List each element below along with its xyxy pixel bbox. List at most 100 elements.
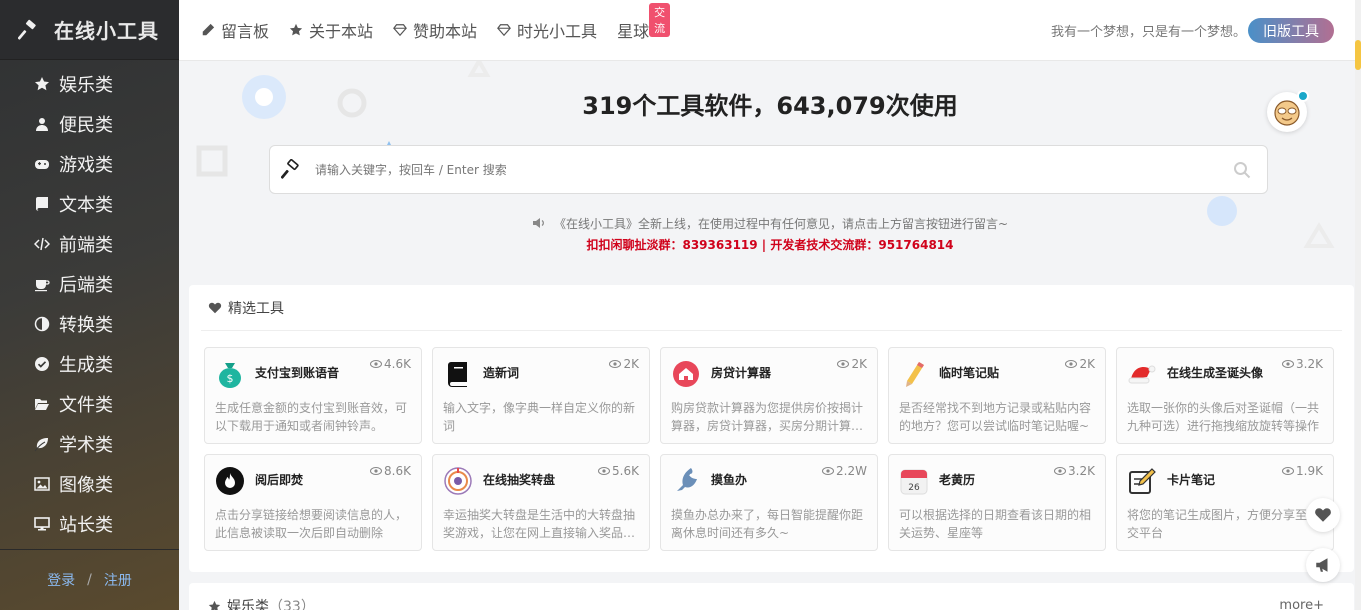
tool-card[interactable]: 造新词 2K 输入文字，像字典一样自定义你的新词 (432, 347, 650, 444)
mascot-avatar[interactable] (1267, 90, 1309, 132)
fire-icon (216, 467, 244, 495)
login-link[interactable]: 登录 (47, 570, 75, 590)
motto-text: 我有一个梦想，只是有一个梦想。 (1050, 24, 1246, 40)
smiley-icon (1274, 100, 1300, 126)
tool-name: 支付宝到账语音 (255, 366, 340, 380)
nav-label: 关于本站 (309, 22, 374, 41)
user-icon (33, 115, 51, 133)
sidebar-item-convert[interactable]: 转换类 (0, 304, 179, 344)
exchange-badge: 交流 (649, 3, 671, 37)
favorite-button[interactable] (1306, 498, 1340, 532)
tool-card[interactable]: 临时笔记贴 2K 是否经常找不到地方记录或粘贴内容的地方？您可以尝试临时笔记贴喔… (888, 347, 1106, 444)
search-icon[interactable] (1233, 161, 1251, 179)
sidebar-item-label: 文件类 (59, 395, 113, 416)
star-icon (33, 75, 51, 93)
top-bar: 留言板 关于本站 赞助本站 时光小工具 星球 交流 我有一个梦想，只是有一个梦想… (179, 0, 1361, 61)
scrollbar-thumb[interactable] (1355, 40, 1361, 70)
tool-description: 选取一张你的头像后对圣诞帽（一共九种可选）进行拖拽缩放旋转等操作 (1127, 401, 1320, 433)
sidebar-item-webmaster[interactable]: 站长类 (0, 504, 179, 544)
sidebar: 在线小工具 娱乐类 便民类 游戏类 文本类 前端类 后端类 转换类 生成类 文件… (0, 0, 179, 610)
tool-card[interactable]: 阅后即焚 8.6K 点击分享链接给想要阅读信息的人，此信息被读取一次后即自动删除 (204, 454, 422, 551)
sidebar-item-convenience[interactable]: 便民类 (0, 104, 179, 144)
view-count-value: 2K (1079, 357, 1095, 371)
tool-card[interactable]: 26 老黄历 3.2K 可以根据选择的日期查看该日期的相关运势、星座等 (888, 454, 1106, 551)
tool-card[interactable]: 卡片笔记 1.9K 将您的笔记生成图片，方便分享至社交平台 (1116, 454, 1334, 551)
sidebar-item-frontend[interactable]: 前端类 (0, 224, 179, 264)
sidebar-item-academic[interactable]: 学术类 (0, 424, 179, 464)
tool-description: 输入文字，像字典一样自定义你的新词 (443, 401, 636, 433)
nav-sponsor[interactable]: 赞助本站 (393, 18, 477, 42)
eye-icon (822, 467, 835, 475)
nav-label: 赞助本站 (413, 22, 478, 41)
image-icon (33, 475, 51, 493)
more-link[interactable]: more+ (1279, 598, 1324, 610)
tool-name: 老黄历 (939, 473, 976, 487)
tool-description: 购房贷款计算器为您提供房价按揭计算器，房贷计算器，买房分期计算器等服务 (671, 401, 864, 433)
speaker-icon (532, 218, 544, 228)
sidebar-item-label: 转换类 (59, 315, 113, 336)
app-title: 在线小工具 (54, 19, 159, 43)
logo[interactable]: 在线小工具 (0, 0, 179, 60)
section-count: （33） (269, 599, 315, 610)
pencil-icon (202, 23, 215, 36)
nav-label: 时光小工具 (517, 22, 598, 41)
qq-groups-text: 扣扣闲聊扯淡群：839363119 | 开发者技术交流群：951764814 (586, 238, 954, 252)
half-circle-icon (33, 315, 51, 333)
view-count: 4.6K (370, 357, 411, 371)
scrollbar[interactable] (1355, 0, 1361, 610)
tool-card[interactable]: 在线抽奖转盘 5.6K 幸运抽奖大转盘是生活中的大转盘抽奖游戏，让您在网上直接输… (432, 454, 650, 551)
sidebar-item-label: 便民类 (59, 115, 113, 136)
tool-grid: $ 支付宝到账语音 4.6K 生成任意金额的支付宝到账音效，可以下载用于通知或者… (204, 347, 1334, 551)
auth-links: 登录 / 注册 (0, 549, 179, 610)
sidebar-item-label: 站长类 (59, 515, 113, 536)
sidebar-item-entertainment[interactable]: 娱乐类 (0, 64, 179, 104)
nav-guestbook[interactable]: 留言板 (201, 18, 269, 42)
search-input[interactable] (315, 162, 1233, 177)
tool-description: 将您的笔记生成图片，方便分享至社交平台 (1127, 508, 1320, 540)
register-link[interactable]: 注册 (104, 570, 132, 590)
tool-card[interactable]: 房贷计算器 2K 购房贷款计算器为您提供房价按揭计算器，房贷计算器，买房分期计算… (660, 347, 878, 444)
sidebar-item-label: 学术类 (59, 435, 113, 456)
tool-description: 点击分享链接给想要阅读信息的人，此信息被读取一次后即自动删除 (215, 508, 408, 540)
nav-time-tools[interactable]: 时光小工具 (497, 18, 597, 42)
sidebar-item-backend[interactable]: 后端类 (0, 264, 179, 304)
announcement-button[interactable] (1306, 548, 1340, 582)
megaphone-icon (1316, 558, 1328, 572)
sidebar-item-generate[interactable]: 生成类 (0, 344, 179, 384)
money-bag-icon: $ (219, 363, 241, 388)
tool-card[interactable]: 在线生成圣诞头像 3.2K 选取一张你的头像后对圣诞帽（一共九种可选）进行拖拽缩… (1116, 347, 1334, 444)
view-count-value: 2K (851, 357, 867, 371)
nav-planet[interactable]: 星球 交流 (617, 3, 671, 42)
view-count-value: 4.6K (384, 357, 411, 371)
svg-text:26: 26 (908, 483, 920, 493)
eye-icon (1282, 467, 1295, 475)
tool-name: 房贷计算器 (711, 366, 772, 380)
tool-description: 幸运抽奖大转盘是生活中的大转盘抽奖游戏，让您在网上直接输入奖品进行抽奖 (443, 508, 636, 540)
nav-about[interactable]: 关于本站 (289, 18, 373, 42)
section-title: 娱乐类 （33） (208, 596, 315, 610)
eye-icon (598, 467, 611, 475)
sidebar-item-label: 后端类 (59, 275, 113, 296)
view-count: 2.2W (822, 464, 867, 478)
view-count: 1.9K (1282, 464, 1323, 478)
page-headline: 319个工具软件，643,079次使用 (582, 92, 958, 120)
sidebar-item-text[interactable]: 文本类 (0, 184, 179, 224)
folder-open-icon (33, 395, 51, 413)
eye-icon (837, 360, 850, 368)
hammer-icon (18, 19, 36, 40)
tool-description: 可以根据选择的日期查看该日期的相关运势、星座等 (899, 508, 1092, 540)
old-version-button[interactable]: 旧版工具 (1248, 18, 1334, 43)
eye-icon (1054, 467, 1067, 475)
tool-name: 临时笔记贴 (939, 366, 1000, 380)
tool-description: 摸鱼办总办来了，每日智能提醒你距离休息时间还有多久~ (671, 508, 864, 540)
coffee-icon (33, 275, 51, 293)
sidebar-item-games[interactable]: 游戏类 (0, 144, 179, 184)
tool-card[interactable]: $ 支付宝到账语音 4.6K 生成任意金额的支付宝到账音效，可以下载用于通知或者… (204, 347, 422, 444)
santa-hat-icon (1128, 365, 1156, 384)
tool-card[interactable]: 摸鱼办 2.2W 摸鱼办总办来了，每日智能提醒你距离休息时间还有多久~ (660, 454, 878, 551)
sidebar-nav: 娱乐类 便民类 游戏类 文本类 前端类 后端类 转换类 生成类 文件类 学术类 … (0, 60, 179, 544)
sidebar-item-image[interactable]: 图像类 (0, 464, 179, 504)
tool-name: 卡片笔记 (1167, 473, 1216, 487)
sidebar-item-files[interactable]: 文件类 (0, 384, 179, 424)
notice-line: 《在线小工具》全新上线，在使用过程中有任何意见，请点击上方留言按钮进行留言~ (179, 215, 1361, 232)
